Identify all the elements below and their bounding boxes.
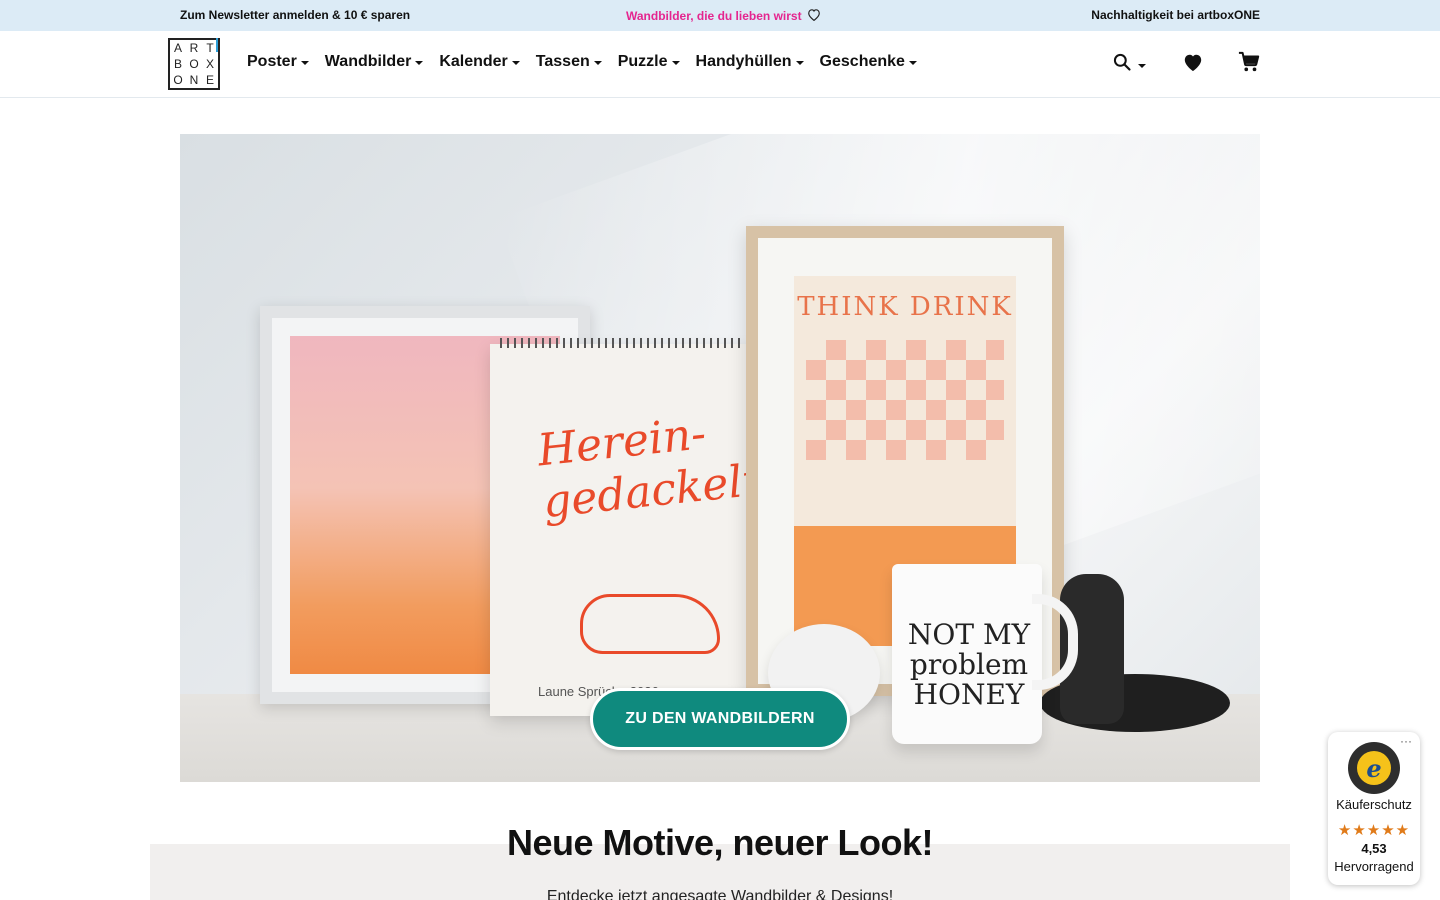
caret-down-icon (511, 61, 520, 65)
wishlist-button[interactable] (1182, 52, 1204, 77)
caret-down-icon (1138, 63, 1146, 68)
nav-item-geschenke[interactable]: Geschenke (820, 53, 917, 71)
wandbilder-cta-button[interactable]: ZU DEN WANDBILDERN (590, 688, 850, 750)
printed-mug: NOT MY problem HONEY (892, 564, 1078, 744)
nav-item-label: Puzzle (617, 53, 668, 70)
nav-item-label: Geschenke (819, 53, 905, 70)
nav-item-poster[interactable]: Poster (247, 53, 309, 71)
nav-item-puzzle[interactable]: Puzzle (618, 53, 680, 71)
logo-letter: E (205, 73, 214, 87)
nav-item-tassen[interactable]: Tassen (536, 53, 602, 71)
logo-letter: B (173, 57, 182, 71)
logo-accent (216, 38, 218, 52)
caret-down-icon (415, 61, 424, 65)
more-options-icon[interactable]: ··· (1400, 734, 1412, 748)
main-header: A R T B O X O N E Poster Wandbilder Kale… (0, 31, 1440, 98)
badge-label: Käuferschutz (1336, 797, 1412, 812)
logo-letter: X (205, 57, 214, 71)
nav-item-wandbilder[interactable]: Wandbilder (325, 53, 424, 71)
main-nav: Poster Wandbilder Kalender Tassen Puzzle… (247, 53, 917, 71)
rating-score: 4,53 (1361, 841, 1387, 856)
hero-banner[interactable]: Herein- gedackelt Laune Sprüche 2026 THI… (180, 134, 1260, 782)
wall-calendar: Herein- gedackelt Laune Sprüche 2026 (490, 338, 762, 716)
calendar-rings (500, 338, 742, 348)
search-icon (1112, 52, 1132, 77)
logo-letter: O (173, 73, 183, 87)
nav-item-label: Handyhüllen (695, 53, 792, 70)
cart-icon (1238, 51, 1260, 78)
search-toggle[interactable] (1112, 52, 1146, 77)
promo-text: Wandbilder, die du lieben wirst (626, 9, 802, 23)
trusted-shops-badge[interactable]: ··· e Käuferschutz ★★★★★ 4,53 Hervorrage… (1328, 732, 1420, 885)
trusted-shops-seal-icon: e (1348, 742, 1400, 794)
caret-down-icon (593, 61, 602, 65)
calendar-script: Herein- gedackelt (535, 408, 763, 529)
newsletter-link[interactable]: Zum Newsletter anmelden & 10 € sparen (180, 8, 410, 22)
nav-item-label: Poster (247, 53, 297, 70)
section-subtitle: Entdecke jetzt angesagte Wandbilder & De… (546, 888, 894, 900)
caret-down-icon (795, 61, 804, 65)
logo-letter: A (173, 41, 182, 55)
promo-link[interactable]: Wandbilder, die du lieben wirst (626, 8, 821, 24)
cart-button[interactable] (1238, 51, 1260, 78)
logo-letter: R (189, 41, 199, 55)
nav-item-handyhuellen[interactable]: Handyhüllen (696, 53, 804, 71)
mug-text: NOT MY problem HONEY (907, 618, 1031, 711)
caret-down-icon (300, 61, 309, 65)
seal-letter: e (1357, 751, 1391, 785)
header-tools (1112, 51, 1260, 78)
caret-down-icon (671, 61, 680, 65)
nav-item-label: Tassen (535, 53, 590, 70)
poster-title: THINK DRINK (797, 292, 1013, 322)
artboxone-logo[interactable]: A R T B O X O N E (168, 38, 220, 90)
top-info-bar: Zum Newsletter anmelden & 10 € sparen Wa… (0, 0, 1440, 31)
nav-item-kalender[interactable]: Kalender (439, 53, 520, 71)
rating-grade: Hervorragend (1334, 859, 1414, 874)
dachshund-drawing (580, 594, 720, 654)
heart-outline-icon (807, 8, 821, 24)
nav-item-label: Wandbilder (324, 53, 412, 70)
caret-down-icon (908, 61, 917, 65)
logo-letter: O (189, 57, 199, 71)
rating-stars: ★★★★★ (1337, 822, 1411, 839)
nav-item-label: Kalender (439, 53, 508, 70)
logo-letter: N (189, 73, 199, 87)
heart-icon (1182, 52, 1204, 77)
sustainability-link[interactable]: Nachhaltigkeit bei artboxONE (1091, 8, 1260, 22)
checkered-pattern (806, 340, 1004, 460)
section-title: Neue Motive, neuer Look! (506, 822, 934, 863)
